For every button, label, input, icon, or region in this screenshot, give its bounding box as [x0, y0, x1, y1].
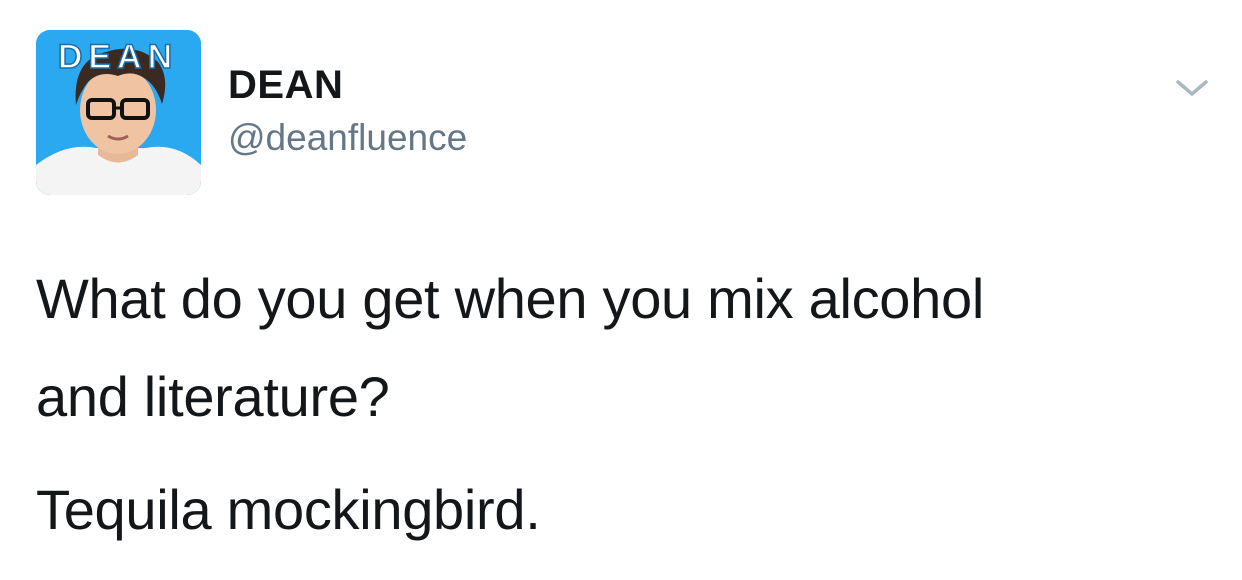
tweet-text-line: and literature? [36, 365, 390, 428]
tweet: DEAN DEAN @deanfluence What do you get w… [0, 0, 1242, 580]
avatar[interactable]: DEAN [36, 30, 201, 195]
avatar-illustration: DEAN [36, 30, 201, 195]
display-name[interactable]: DEAN [228, 62, 343, 108]
chevron-down-icon[interactable] [1172, 74, 1212, 102]
avatar-overlay-text: DEAN [58, 38, 178, 76]
user-handle[interactable]: @deanfluence [228, 116, 467, 160]
tweet-text-line: Tequila mockingbird. [36, 478, 541, 541]
tweet-text-line: What do you get when you mix alcohol [36, 267, 984, 330]
